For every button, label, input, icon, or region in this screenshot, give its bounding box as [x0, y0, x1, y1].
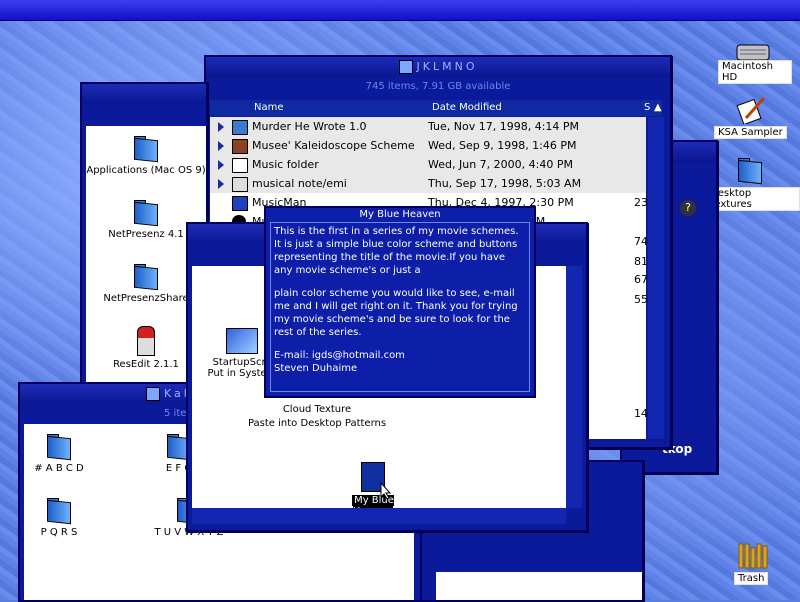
icon-label: P Q R S [40, 527, 78, 538]
table-row[interactable]: musical note/emi Thu, Sep 17, 1998, 5:03… [210, 174, 646, 193]
disclosure-triangle-icon[interactable] [218, 141, 224, 151]
popup-title: My Blue Heaven [359, 209, 441, 220]
folder-icon [146, 387, 160, 401]
window-title: JKLMNO [416, 60, 478, 73]
row-date: Tue, Nov 17, 1998, 4:14 PM [428, 120, 580, 133]
folder-icon [132, 262, 160, 290]
music-folder-icon [232, 158, 248, 173]
desktop-icon-label: Macintosh HD [718, 60, 792, 84]
window-content [436, 572, 642, 600]
horizontal-scrollbar[interactable] [192, 508, 566, 524]
window-titlebar[interactable] [82, 84, 206, 104]
icon-label: ResEdit 2.1.1 [113, 359, 179, 370]
desktop-icon-ksa-sampler[interactable]: KSA Sampler [714, 96, 798, 140]
folder-icon [736, 156, 764, 184]
sort-triangle-icon[interactable]: ▲ [654, 100, 662, 116]
row-date: Wed, Jun 7, 2000, 4:40 PM [428, 158, 573, 171]
desktop-icon-label: Desktop Textures [706, 187, 800, 211]
cursor-arrow-icon [380, 482, 392, 500]
popup-body: This is the first in a series of my movi… [270, 222, 530, 392]
folder-icon [132, 198, 160, 226]
row-date: Thu, Sep 17, 1998, 5:03 AM [428, 177, 582, 190]
icon-label: NetPresenzShare [103, 293, 189, 304]
desktop-icon-macintosh-hd[interactable]: Macintosh HD [716, 40, 792, 84]
popup-para1: This is the first in a series of my movi… [274, 226, 519, 276]
desktop-icon-label: Trash [734, 572, 769, 585]
disclosure-triangle-icon[interactable] [218, 179, 224, 189]
desktop-icon-trash[interactable]: Trash [732, 540, 772, 586]
icon-label: Cloud Texture [282, 404, 352, 415]
folder-icon [45, 432, 73, 460]
popup-email: E-mail: igds@hotmail.com [274, 350, 405, 361]
menu-bar[interactable] [0, 0, 800, 21]
icon-label-line2: Paste into Desktop Patterns [247, 418, 387, 429]
hard-disk-icon [736, 44, 770, 61]
table-row[interactable]: Murder He Wrote 1.0 Tue, Nov 17, 1998, 4… [210, 117, 646, 136]
icon-label: # A B C D [34, 463, 84, 474]
icon-applications[interactable]: Applications (Mac OS 9) [86, 134, 206, 176]
icon-abcd[interactable]: # A B C D [24, 432, 94, 474]
row-name: musical note/emi [252, 177, 347, 190]
row-name: Musee' Kaleidoscope Scheme [252, 139, 415, 152]
application-icon [232, 196, 248, 211]
folder-icon [45, 496, 73, 524]
popup-para2: plain color scheme you would like to see… [274, 288, 518, 338]
table-row[interactable]: Music folder Wed, Jun 7, 2000, 4:40 PM [210, 155, 646, 174]
icon-label: StartupScre [212, 357, 272, 368]
vertical-scrollbar[interactable] [648, 117, 664, 439]
applications-folder-icon [132, 134, 160, 162]
row-name: Music folder [252, 158, 319, 171]
folder-icon [232, 120, 248, 135]
row-date: Wed, Sep 9, 1998, 1:46 PM [428, 139, 577, 152]
icon-label: NetPresenz 4.1 [108, 229, 184, 240]
icon-label: Applications (Mac OS 9) [86, 165, 206, 176]
desktop-icon-label: KSA Sampler [714, 126, 787, 139]
window-titlebar[interactable]: JKLMNO [206, 57, 670, 77]
table-row[interactable]: Musee' Kaleidoscope Scheme Wed, Sep 9, 1… [210, 136, 646, 155]
help-icon[interactable]: ? [680, 200, 696, 216]
icon-pqrs[interactable]: P Q R S [24, 496, 94, 538]
column-date[interactable]: Date Modified [432, 100, 502, 116]
folder-icon [398, 60, 413, 74]
disclosure-triangle-icon[interactable] [218, 160, 224, 170]
folder-icon [232, 177, 248, 192]
trash-icon [738, 543, 768, 569]
column-header: Name Date Modified S ▲ [210, 100, 662, 116]
disclosure-triangle-icon[interactable] [218, 122, 224, 132]
resedit-jack-in-box-icon [137, 326, 155, 356]
balloon-help-popup: My Blue Heaven This is the first in a se… [264, 206, 536, 398]
popup-author: Steven Duhaime [274, 363, 358, 374]
picture-folder-icon [232, 139, 248, 154]
row-name: Murder He Wrote 1.0 [252, 120, 367, 133]
document-pen-icon [736, 96, 766, 124]
column-size[interactable]: S [644, 100, 650, 116]
picture-icon [226, 328, 258, 354]
icon-cloud-texture[interactable]: Cloud Texture Paste into Desktop Pattern… [232, 404, 402, 433]
vertical-scrollbar[interactable] [566, 266, 582, 508]
window-status: 745 items, 7.91 GB available [365, 81, 511, 92]
column-name[interactable]: Name [254, 100, 284, 116]
desktop-icon-desktop-textures[interactable]: Desktop Textures [706, 156, 800, 211]
